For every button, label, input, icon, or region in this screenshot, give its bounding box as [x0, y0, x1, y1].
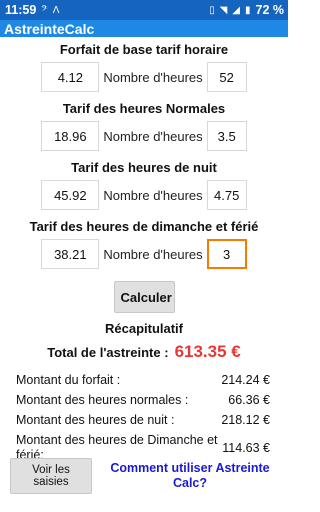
show-entries-button[interactable]: Voir les saisies	[10, 458, 92, 494]
notification-icon: 𝄢	[41, 4, 48, 16]
total-label: Total de l'astreinte :	[47, 344, 169, 360]
normal-hours-input[interactable]: 3.5	[206, 121, 247, 151]
section-sunday-rate: Tarif des heures de dimanche et férié 38…	[0, 218, 288, 273]
hours-label: Nombre d'heures	[103, 246, 203, 262]
night-rate-input[interactable]: 45.92	[41, 180, 100, 210]
base-rate-input[interactable]: 4.12	[41, 62, 100, 92]
section-normal-rate: Tarif des heures Normales 18.96 Nombre d…	[0, 100, 288, 155]
footer: Voir les saisies Comment utiliser Astrei…	[10, 458, 278, 494]
wifi-icon: ◥	[219, 4, 228, 16]
recap-row-normal: Montant des heures normales : 66.36 €	[16, 390, 270, 410]
hours-label: Nombre d'heures	[103, 69, 203, 85]
recap-row-value: 218.12 €	[221, 413, 270, 427]
section-title: Forfait de base tarif horaire	[59, 42, 229, 57]
help-link[interactable]: Comment utiliser Astreinte Calc?	[102, 461, 278, 491]
sunday-hours-input[interactable]: 3	[206, 239, 247, 269]
section-title: Tarif des heures de dimanche et férié	[29, 219, 259, 234]
recap-row-value: 66.36 €	[228, 393, 270, 407]
base-hours-input[interactable]: 52	[206, 62, 247, 92]
recap-row-value: 114.63 €	[222, 441, 270, 455]
section-title: Tarif des heures Normales	[62, 101, 226, 116]
battery-icon: ▮	[244, 4, 251, 16]
app-title: AstreinteCalc	[4, 20, 95, 37]
section-title: Tarif des heures de nuit	[71, 160, 217, 175]
app-bar: AstreinteCalc	[0, 20, 288, 37]
recap-row-value: 214.24 €	[221, 373, 270, 387]
normal-rate-input[interactable]: 18.96	[41, 121, 100, 151]
signal-icon: ◢	[232, 4, 240, 16]
sunday-rate-input[interactable]: 38.21	[41, 239, 100, 269]
recap-row-label: Montant des heures normales :	[16, 392, 189, 407]
total-value: 613.35 €	[174, 342, 241, 361]
hours-label: Nombre d'heures	[103, 187, 203, 203]
recap-title: Récapitulatif	[104, 321, 183, 336]
battery-percent: 72 %	[255, 3, 285, 17]
clock: 11:59	[5, 3, 37, 17]
calculate-button[interactable]: Calculer	[113, 281, 175, 313]
recap-row-label: Montant des heures de nuit :	[16, 412, 175, 427]
total-row: Total de l'astreinte : 613.35 €	[0, 342, 288, 362]
hours-label: Nombre d'heures	[103, 128, 203, 144]
section-night-rate: Tarif des heures de nuit 45.92 Nombre d'…	[0, 159, 288, 214]
status-bar: 11:59 𝄢 Λ ▯ ◥ ◢ ▮ 72 %	[0, 0, 288, 20]
recap-details: Montant du forfait : 214.24 € Montant de…	[16, 370, 270, 466]
night-hours-input[interactable]: 4.75	[206, 180, 247, 210]
recap-row-night: Montant des heures de nuit : 218.12 €	[16, 410, 270, 430]
recap-row-forfait: Montant du forfait : 214.24 €	[16, 370, 270, 390]
recap-row-label: Montant du forfait :	[16, 372, 121, 387]
section-base-rate: Forfait de base tarif horaire 4.12 Nombr…	[0, 41, 288, 96]
nav-arrow-icon: Λ	[52, 4, 60, 16]
vibrate-icon: ▯	[209, 4, 215, 16]
